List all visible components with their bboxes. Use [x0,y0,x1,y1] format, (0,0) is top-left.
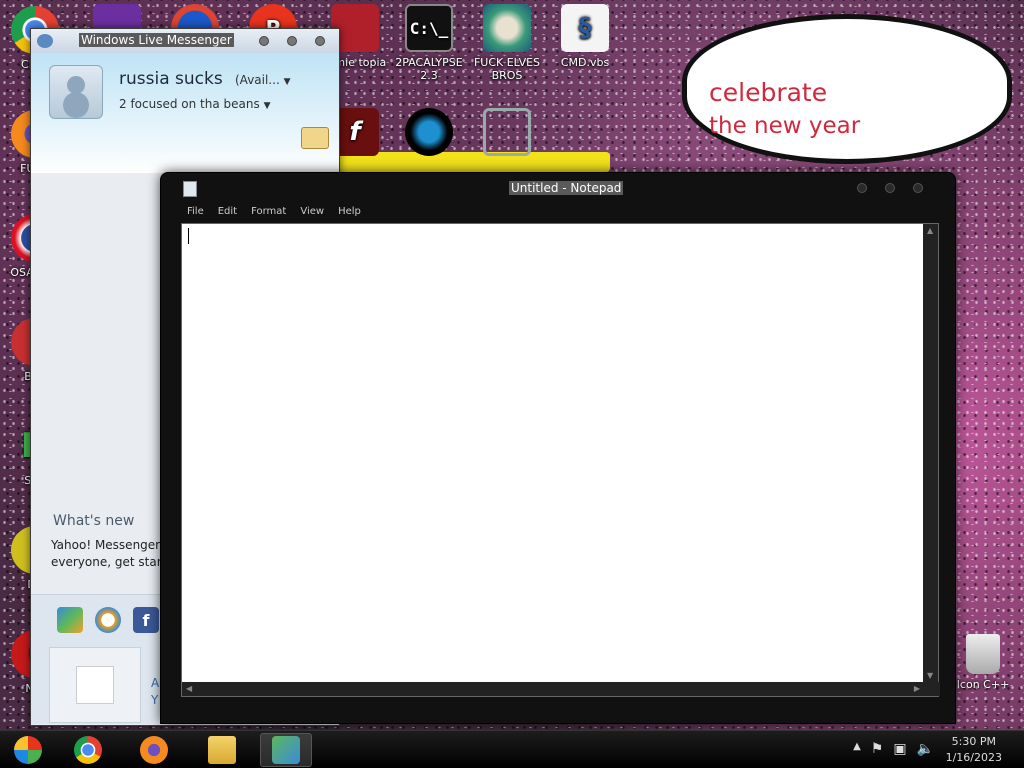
whats-new-heading: What's new [53,513,135,529]
taskbar-messenger[interactable] [260,733,312,767]
scroll-right-icon[interactable]: ▶ [914,684,920,693]
script-icon: § [561,4,609,52]
taskbar-explorer[interactable] [196,733,248,767]
clock-date: 1/16/2023 [945,751,1002,764]
menu-view[interactable]: View [300,203,324,221]
chrome-icon [74,736,102,764]
notepad-window[interactable]: Untitled - Notepad File Edit Format View… [160,172,956,724]
news-line-1: Yahoo! Messenger [51,538,161,552]
cmd-icon: C:\_ [405,4,453,52]
desktop-icon-2pac[interactable]: C:\_ 2PACALYPSE 2.3 [392,4,466,82]
menu-edit[interactable]: Edit [218,203,237,221]
bubble-line-2b: celebrate [709,78,828,107]
windows-start-icon [14,736,42,764]
messenger-header: russia sucks (Avail... ▼ 2 focused on th… [31,53,339,173]
desktop-icon-notepad-app[interactable] [392,108,466,160]
minimize-button[interactable] [857,183,867,193]
avatar[interactable] [49,65,103,119]
volume-icon[interactable]: 🔈 [917,741,934,757]
clock-time: 5:30 PM [951,735,996,748]
desktop-icon-label: 2PACALYPSE 2.3 [395,56,463,82]
close-button[interactable] [913,183,923,193]
desktop-icon-label: FUCK ELVES BROS [473,56,541,82]
menu-bar: File Edit Format View Help [179,203,939,221]
text-editor[interactable]: ▲ ▼ ◀ ▶ [181,223,940,697]
messenger-logo-icon [37,34,53,48]
desktop-icon-cmdvbs[interactable]: § CMD.vbs [548,4,622,69]
personal-message-text: 2 focused on tha beans [119,97,260,111]
bubble-line-3: the new year [709,113,861,139]
personal-message[interactable]: 2 focused on tha beans ▼ [119,97,271,111]
desktop-icon-label: Icon C++ [956,678,1010,691]
desktop-icon-elves[interactable]: FUCK ELVES BROS [470,4,544,82]
flag-icon[interactable]: ⚑ [871,741,884,757]
desktop-icon-recycle-bin[interactable]: Icon C++ [946,634,1020,691]
menu-help[interactable]: Help [338,203,361,221]
news-line-2: everyone, get star [51,555,162,569]
menu-file[interactable]: File [187,203,204,221]
menu-format[interactable]: Format [251,203,286,221]
system-tray: ▲ ⚑ ▣ 🔈 [853,741,934,757]
taskbar: ▲ ⚑ ▣ 🔈 5:30 PM 1/16/2023 [0,730,1024,768]
status-dropdown[interactable]: (Avail... ▼ [235,73,291,87]
scroll-left-icon[interactable]: ◀ [186,684,192,693]
elf-icon [483,4,531,52]
notepad-title: Untitled - Notepad [509,181,624,195]
ad-text-2: Y [151,693,159,707]
wallpaper-speech-bubble: celebrate the new year [682,14,1012,164]
notepad-blue-icon [405,108,453,156]
notepad-titlebar[interactable]: Untitled - Notepad [161,173,955,201]
desktop-icon-label: CMD.vbs [560,56,610,69]
clock[interactable]: 5:30 PM 1/16/2023 [946,734,1002,766]
scroll-up-icon[interactable]: ▲ [927,226,933,235]
messenger-titlebar[interactable]: Windows Live Messenger [31,29,339,53]
maximize-button[interactable] [885,183,895,193]
taskbar-chrome[interactable] [62,733,114,767]
notepad-icon [183,181,197,197]
ad-image[interactable] [49,647,141,723]
maximize-button[interactable] [287,36,297,46]
chevron-down-icon: ▼ [263,101,271,111]
file-explorer-icon [208,736,236,764]
horizontal-scrollbar[interactable]: ◀ ▶ [182,682,940,696]
spinner-icon[interactable] [95,607,121,633]
chevron-down-icon: ▼ [283,77,291,87]
copy-icon [483,108,531,156]
messenger-icon [272,736,300,764]
scroll-down-icon[interactable]: ▼ [927,671,933,680]
chevron-up-icon[interactable]: ▲ [853,741,861,757]
butterfly-icon[interactable] [57,607,83,633]
display-name[interactable]: russia sucks [119,69,223,89]
mail-icon[interactable] [301,127,329,149]
start-button[interactable] [2,733,54,767]
vertical-scrollbar[interactable]: ▲ ▼ [923,224,938,682]
text-cursor [188,228,189,244]
facebook-icon[interactable]: f [133,607,159,633]
news-item[interactable]: Yahoo! Messenger everyone, get star [51,537,171,571]
ad-text-1: A [151,676,160,690]
desktop-icon-copy[interactable] [470,108,544,160]
minimize-button[interactable] [259,36,269,46]
status-label: (Avail... [235,73,280,87]
firefox-icon [140,736,168,764]
messenger-title: Windows Live Messenger [79,33,234,47]
close-button[interactable] [315,36,325,46]
taskbar-firefox[interactable] [128,733,180,767]
recycle-bin-icon [966,634,1000,674]
network-icon[interactable]: ▣ [893,741,906,757]
